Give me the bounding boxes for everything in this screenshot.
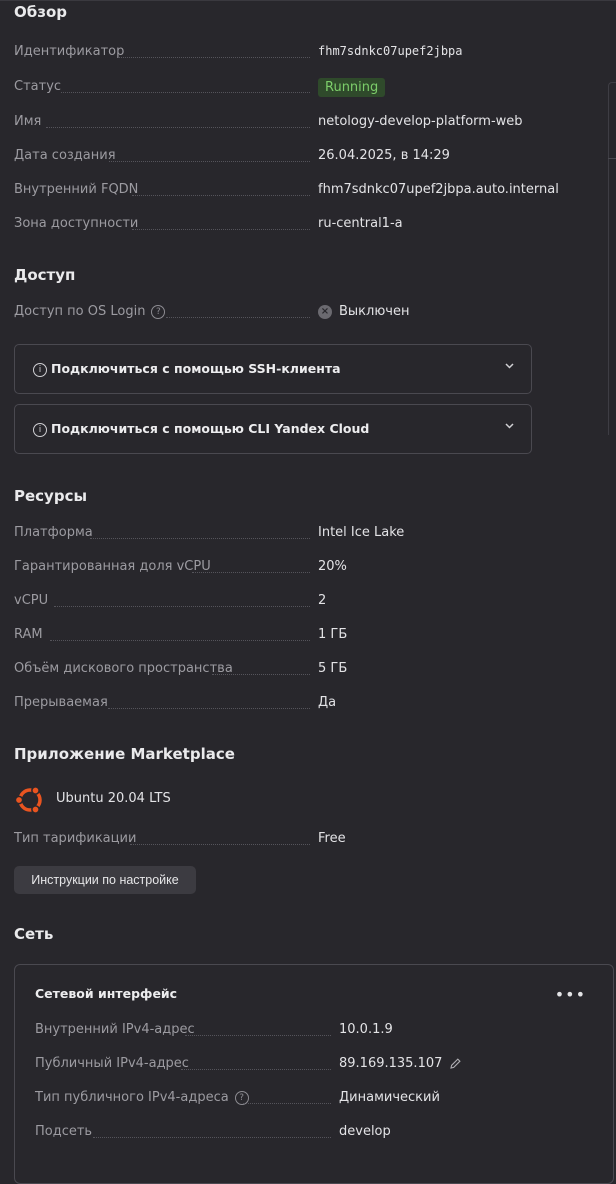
setup-instructions-button[interactable]: Инструкции по настройке [14,866,196,894]
field-label: Внутренний IPv4-адрес [35,1022,195,1037]
accordion-label: Подключиться с помощью SSH-клиента [51,361,341,376]
field-label: Публичный IPv4-адрес [35,1056,189,1071]
field-value-preemptible: Да [318,695,337,710]
status-badge: Running [318,78,386,97]
field-row-public-ipv4-type: Тип публичного IPv4-адреса ? Динамически… [35,1090,555,1110]
field-label: Имя [14,114,42,129]
scrollbar-tick [608,158,616,159]
info-circle-icon: i [33,423,47,437]
question-circle-icon[interactable]: ? [151,304,166,319]
marketplace-product-name: Ubuntu 20.04 LTS [56,791,171,806]
leader-dots [166,317,310,318]
section-heading-marketplace: Приложение Marketplace [14,745,235,763]
field-label: RAM [14,627,43,642]
field-value-disk: 5 ГБ [318,661,348,676]
field-label: Тип тарификации [14,831,137,846]
field-row-zone: Зона доступности ru-central1-a [14,216,534,236]
leader-dots [185,1035,331,1036]
leader-dots [181,1069,331,1070]
field-value-id[interactable]: fhm7sdnkc07upef2jbpa [318,44,463,58]
field-row-subnet: Подсеть develop [35,1124,555,1144]
field-label: Подсеть [35,1124,93,1139]
field-row-name: Имя netology-develop-platform-web [14,114,534,134]
os-login-status: Выключен [339,304,410,319]
x-circle-icon: × [318,304,332,319]
field-label: vCPU [14,593,49,608]
leader-dots [130,844,310,845]
section-heading-resources: Ресурсы [14,487,88,505]
field-value-ram: 1 ГБ [318,627,348,642]
leader-dots [50,640,310,641]
field-row-ram: RAM 1 ГБ [14,627,534,647]
field-row-preemptible: Прерываемая Да [14,695,534,715]
ubuntu-logo-icon [14,786,42,814]
field-row-internal-ipv4: Внутренний IPv4-адрес 10.0.1.9 [35,1022,555,1042]
field-value-tariff: Free [318,831,346,846]
field-label: Платформа [14,525,93,540]
field-label: Дата создания [14,148,116,163]
field-row-vcpu-share: Гарантированная доля vCPU 20% [14,559,534,579]
accordion-label: Подключиться с помощью CLI Yandex Cloud [51,421,370,436]
chevron-down-icon [504,360,515,374]
field-label: Тип публичного IPv4-адреса [35,1090,229,1105]
more-actions-icon[interactable]: ••• [555,987,586,1003]
leader-dots [93,1137,331,1138]
field-label: Доступ по OS Login [14,304,146,319]
field-value-public-ipv4-type: Динамический [339,1090,440,1105]
leader-dots [90,538,310,539]
chevron-down-icon [504,420,515,434]
top-border [0,0,616,1]
field-value-internal-ipv4[interactable]: 10.0.1.9 [339,1022,393,1037]
network-interface-card: Сетевой интерфейс ••• Внутренний IPv4-ад… [14,964,614,1184]
leader-dots [108,708,310,709]
field-label: Зона доступности [14,216,139,231]
info-circle-icon: i [33,363,47,377]
section-heading-network: Сеть [14,925,54,943]
field-label: Статус [14,79,62,94]
field-label: Прерываемая [14,695,108,710]
leader-dots [243,1103,331,1104]
field-row-id: Идентификатор fhm7sdnkc07upef2jbpa [14,44,534,64]
field-row-fqdn: Внутренний FQDN fhm7sdnkc07upef2jbpa.aut… [14,182,559,202]
leader-dots [54,606,310,607]
network-interface-title: Сетевой интерфейс [35,986,178,1001]
field-value-zone: ru-central1-a [318,216,403,231]
field-row-public-ipv4: Публичный IPv4-адрес 89.169.135.107 [35,1056,555,1076]
leader-dots [109,161,310,162]
field-label: Объём дискового пространства [14,661,233,676]
subnet-link[interactable]: develop [339,1124,391,1139]
field-value-created: 26.04.2025, в 14:29 [318,148,450,163]
leader-dots [118,57,310,58]
section-heading-access: Доступ [14,266,76,284]
field-value-public-ipv4[interactable]: 89.169.135.107 [339,1056,442,1071]
scrollbar[interactable] [608,82,616,435]
field-row-disk: Объём дискового пространства 5 ГБ [14,661,534,681]
field-row-status: Статус Running [14,78,534,99]
field-row-os-login: Доступ по OS Login ? × Выключен [14,304,534,324]
field-label: Идентификатор [14,44,125,59]
field-value-fqdn[interactable]: fhm7sdnkc07upef2jbpa.auto.internal [318,182,559,197]
field-row-platform: Платформа Intel Ice Lake [14,525,534,545]
accordion-cli-yandex-cloud[interactable]: i Подключиться с помощью CLI Yandex Clou… [14,404,532,454]
leader-dots [61,92,310,93]
field-value-vcpu-share: 20% [318,559,347,574]
leader-dots [192,572,310,573]
field-value-name[interactable]: netology-develop-platform-web [318,114,523,129]
field-row-created: Дата создания 26.04.2025, в 14:29 [14,148,534,168]
accordion-ssh-client[interactable]: i Подключиться с помощью SSH-клиента [14,344,532,394]
leader-dots [132,229,310,230]
field-value-platform: Intel Ice Lake [318,525,405,540]
leader-dots [132,195,310,196]
leader-dots [212,674,310,675]
pencil-icon[interactable] [449,1057,462,1070]
section-heading-overview: Обзор [14,3,67,21]
field-label: Гарантированная доля vCPU [14,559,211,574]
leader-dots [46,127,310,128]
field-value-vcpu: 2 [318,593,327,608]
field-row-vcpu: vCPU 2 [14,593,534,613]
field-label: Внутренний FQDN [14,182,139,197]
field-row-tariff: Тип тарификации Free [14,831,534,851]
